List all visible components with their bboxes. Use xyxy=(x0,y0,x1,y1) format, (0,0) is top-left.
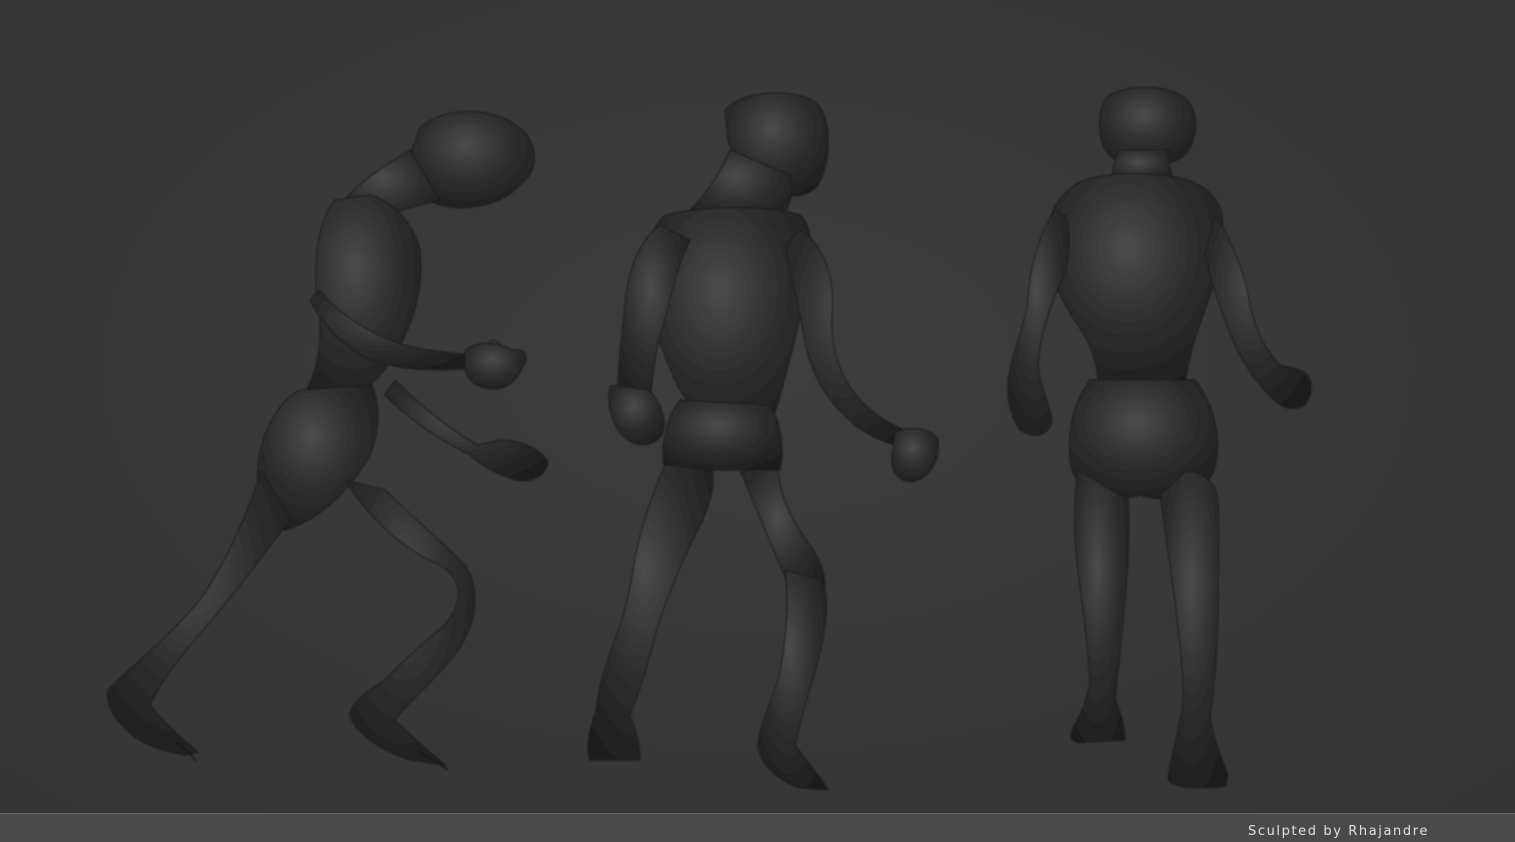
artist-credit: Sculpted by Rhajandre xyxy=(1247,824,1429,839)
creature-back-view xyxy=(1007,86,1312,789)
footer-bar: Sculpted by Rhajandre xyxy=(0,813,1515,842)
render-viewport xyxy=(0,0,1515,813)
creature-side-view xyxy=(106,111,549,771)
sculpt-render xyxy=(106,86,1312,791)
creature-front-view xyxy=(587,92,939,791)
